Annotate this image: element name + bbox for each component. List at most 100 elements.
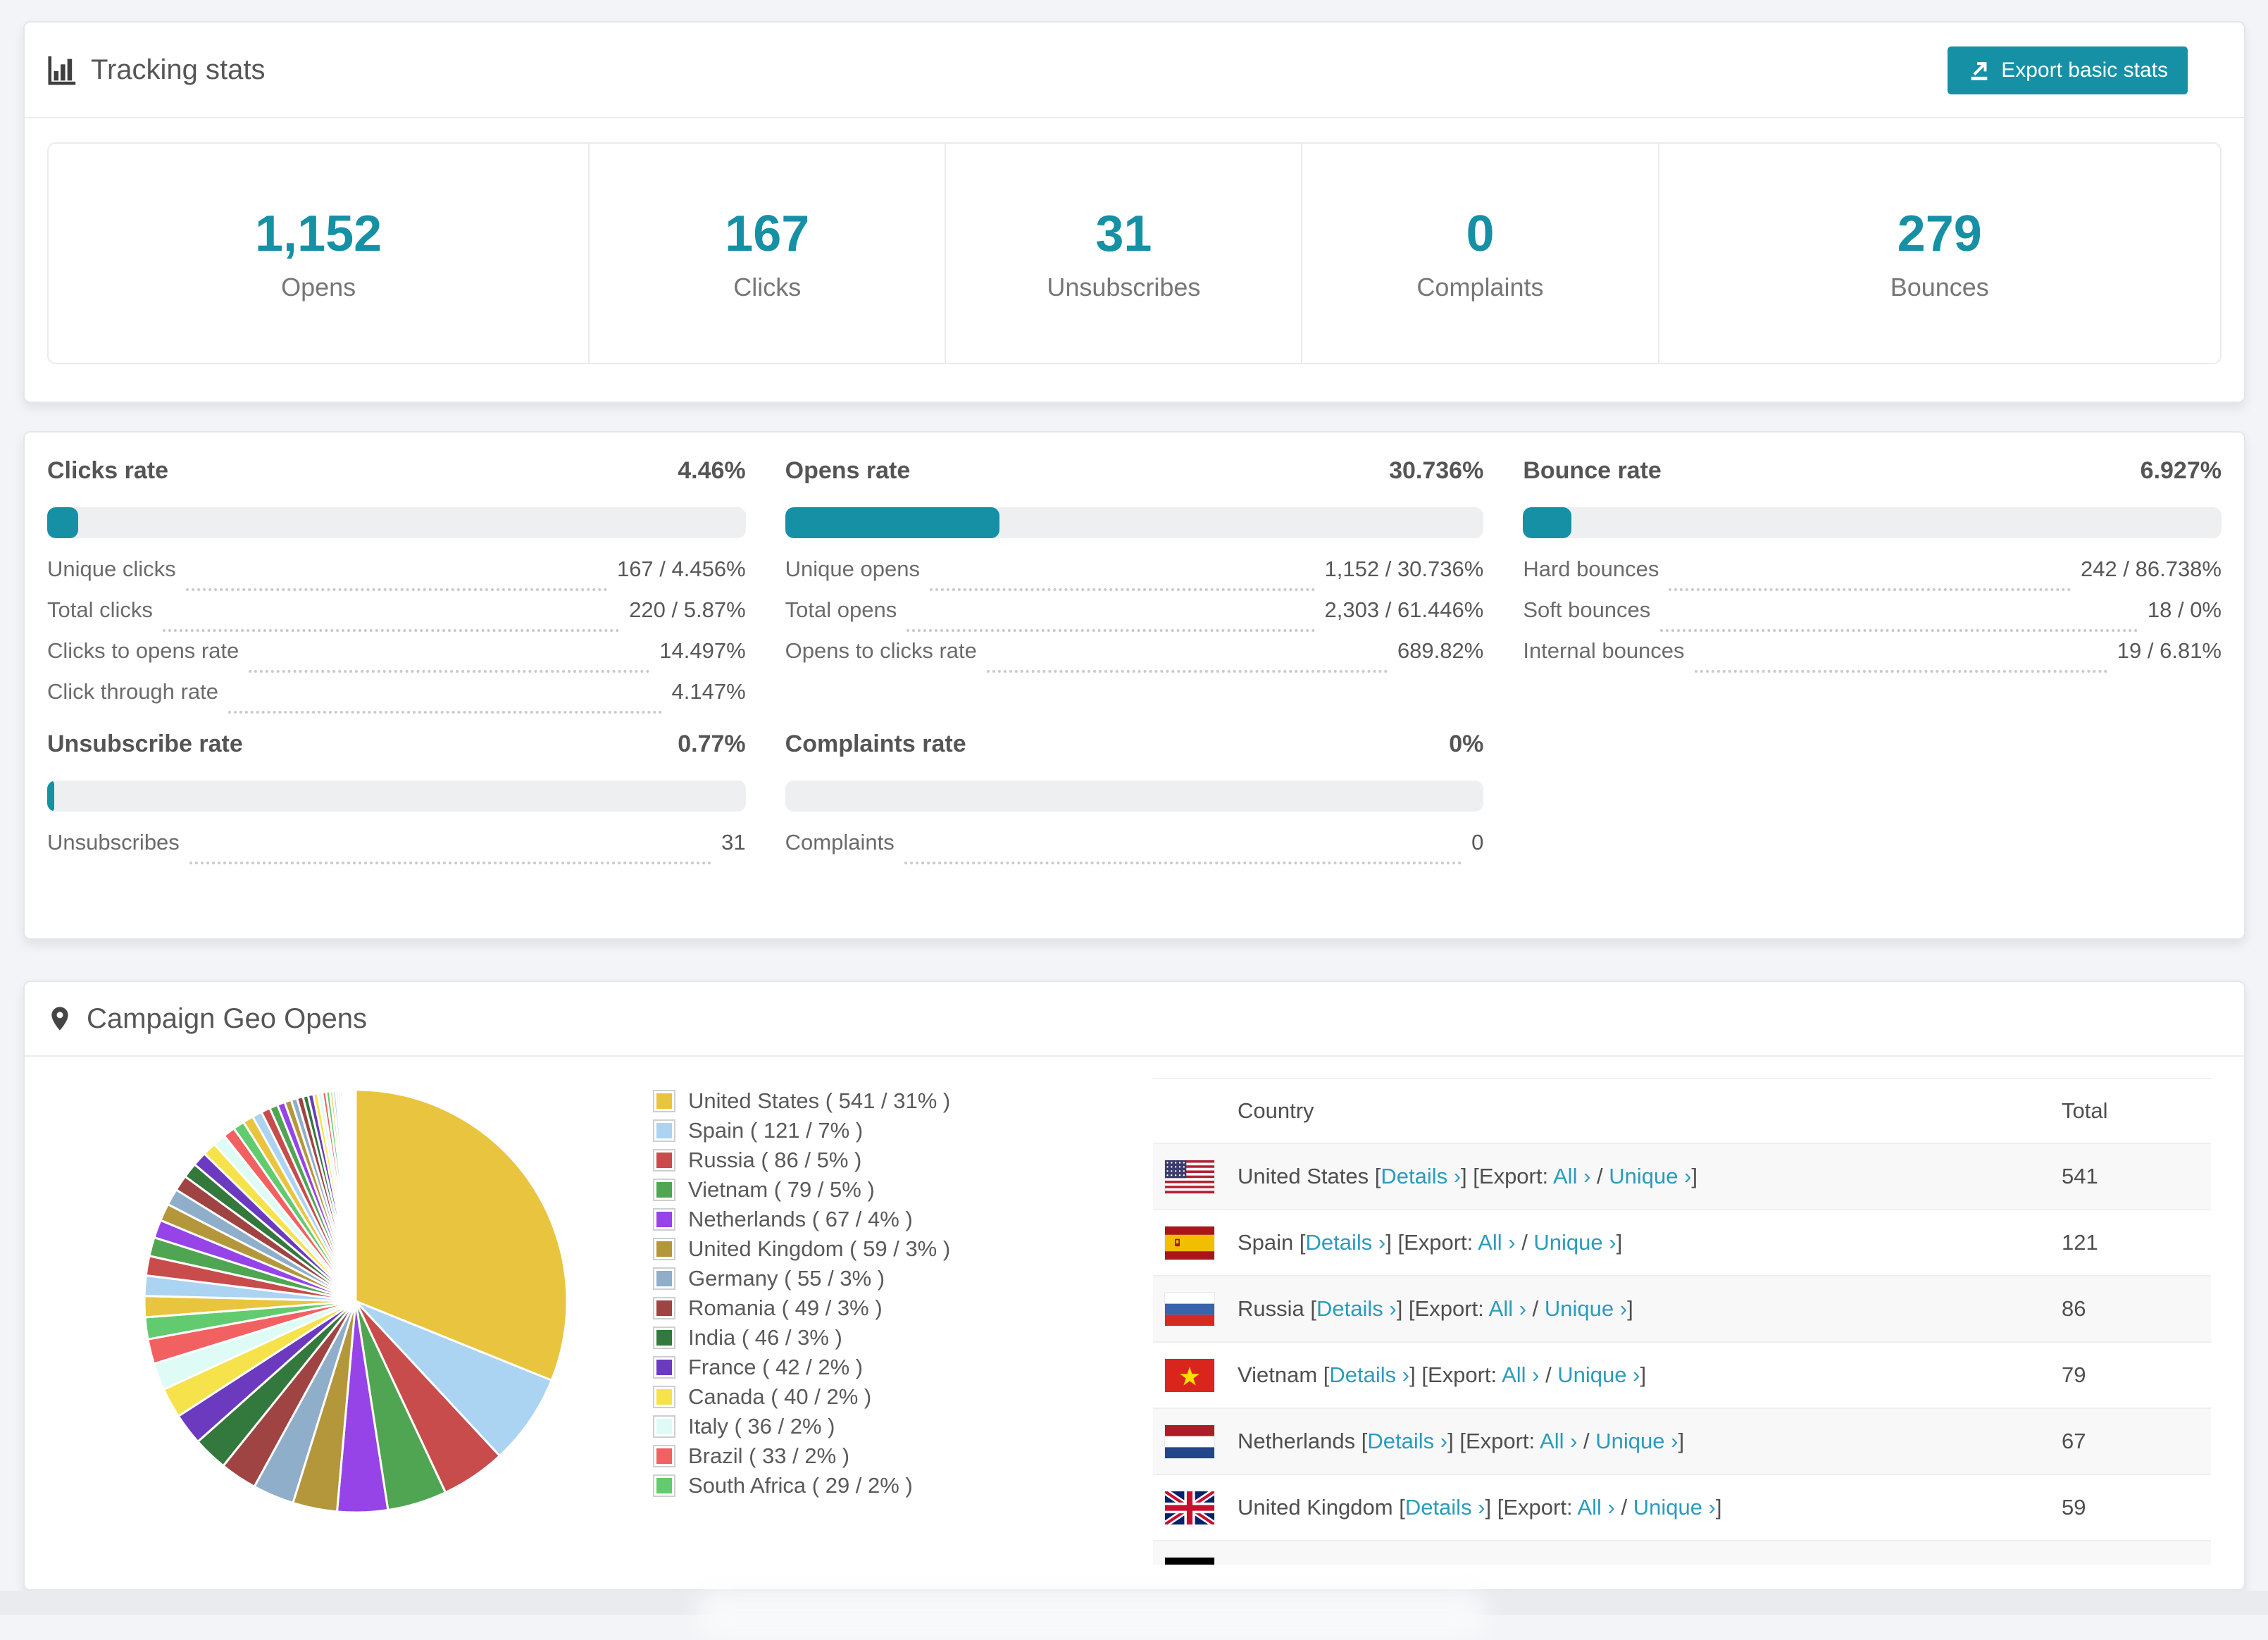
bar-chart-icon bbox=[46, 54, 78, 86]
export-unique-link[interactable]: Unique › bbox=[1545, 1296, 1627, 1321]
total-cell: 67 bbox=[2062, 1429, 2086, 1453]
export-all-link[interactable]: All › bbox=[1502, 1362, 1539, 1387]
country-name: Vietnam bbox=[1238, 1362, 1318, 1387]
rate-detail-value: 1,152 / 30.736% bbox=[1324, 557, 1484, 581]
rate-detail-value: 167 / 4.456% bbox=[616, 557, 746, 581]
total-column-header: Total bbox=[2062, 1098, 2108, 1123]
table-row: Germany [Details ›] [Export: All › / Uni… bbox=[1153, 1540, 2211, 1565]
export-all-link[interactable]: All › bbox=[1553, 1164, 1590, 1188]
country-flag-icon bbox=[1165, 1160, 1214, 1193]
export-unique-link[interactable]: Unique › bbox=[1533, 1230, 1616, 1255]
rates-card: Clicks rate 4.46% Unique clicks 167 / 4.… bbox=[23, 431, 2245, 940]
country-flag-icon bbox=[1165, 1292, 1214, 1326]
details-link[interactable]: Details › bbox=[1316, 1296, 1397, 1321]
legend-label: South Africa ( 29 / 2% ) bbox=[688, 1473, 913, 1498]
legend-label: United States ( 541 / 31% ) bbox=[688, 1088, 951, 1113]
rate-detail-label: Click through rate bbox=[47, 679, 218, 704]
legend-label: Canada ( 40 / 2% ) bbox=[688, 1384, 872, 1409]
legend-label: Germany ( 55 / 3% ) bbox=[688, 1266, 885, 1291]
rate-detail-value: 19 / 6.81% bbox=[2117, 638, 2222, 663]
rate-detail-label: Unique opens bbox=[785, 557, 920, 581]
export-unique-link[interactable]: Unique › bbox=[1557, 1362, 1640, 1387]
legend-swatch bbox=[653, 1149, 675, 1172]
dotted-leader bbox=[1669, 588, 2071, 591]
total-cell: 55 bbox=[2062, 1561, 2211, 1565]
country-flag-icon bbox=[1165, 1424, 1214, 1458]
legend-swatch bbox=[653, 1356, 675, 1379]
rate-detail-label: Total clicks bbox=[47, 597, 153, 622]
legend-swatch bbox=[653, 1386, 675, 1408]
export-unique-link[interactable]: Unique › bbox=[1633, 1495, 1716, 1520]
legend-item: Russia ( 86 / 5% ) bbox=[653, 1145, 950, 1175]
legend-item: Italy ( 36 / 2% ) bbox=[653, 1412, 950, 1441]
legend-item: United States ( 541 / 31% ) bbox=[653, 1086, 950, 1116]
kpi-stat-box: 1,152 Opens bbox=[49, 144, 590, 363]
rate-value: 6.927% bbox=[2140, 456, 2222, 484]
rate-progress-fill bbox=[47, 507, 79, 538]
country-name: Russia bbox=[1238, 1296, 1304, 1321]
rate-progress-track bbox=[785, 507, 1484, 538]
details-link[interactable]: Details › bbox=[1367, 1429, 1447, 1453]
rate-detail-row: Total clicks 220 / 5.87% bbox=[47, 597, 746, 638]
rate-detail-label: Opens to clicks rate bbox=[785, 638, 977, 663]
dotted-leader bbox=[906, 629, 1315, 632]
dotted-leader bbox=[249, 670, 650, 673]
export-button-label: Export basic stats bbox=[2001, 58, 2168, 82]
details-link[interactable]: Details › bbox=[1329, 1362, 1409, 1387]
legend-swatch bbox=[653, 1090, 675, 1112]
total-cell: 79 bbox=[2062, 1362, 2086, 1387]
rate-progress-track bbox=[1523, 507, 2222, 538]
export-all-link[interactable]: All › bbox=[1577, 1495, 1614, 1520]
export-all-link[interactable]: All › bbox=[1489, 1296, 1526, 1321]
rate-detail-row: Opens to clicks rate 689.82% bbox=[785, 638, 1483, 679]
rate-progress-fill bbox=[785, 507, 1000, 538]
kpi-stat-label: Unsubscribes bbox=[1047, 272, 1201, 302]
kpi-stat-value: 0 bbox=[1466, 205, 1495, 262]
kpi-stat-value: 1,152 bbox=[255, 205, 382, 262]
dotted-leader bbox=[1660, 629, 2138, 632]
legend-label: Russia ( 86 / 5% ) bbox=[688, 1148, 862, 1172]
export-all-link[interactable]: All › bbox=[1512, 1561, 1549, 1565]
legend-swatch bbox=[653, 1297, 675, 1319]
rate-detail-value: 18 / 0% bbox=[2147, 597, 2222, 622]
rate-progress-track bbox=[785, 781, 1484, 812]
country-cell: Germany [Details ›] [Export: All › / Uni… bbox=[1238, 1561, 2062, 1565]
export-unique-link[interactable]: Unique › bbox=[1609, 1164, 1691, 1188]
dotted-leader bbox=[929, 588, 1315, 591]
kpi-stat-label: Complaints bbox=[1416, 272, 1544, 302]
legend-item: Netherlands ( 67 / 4% ) bbox=[653, 1205, 950, 1234]
legend-item: Vietnam ( 79 / 5% ) bbox=[653, 1175, 950, 1205]
country-flag-icon bbox=[1165, 1358, 1214, 1392]
kpi-stat-value: 279 bbox=[1897, 205, 1982, 262]
total-cell: 86 bbox=[2062, 1296, 2086, 1321]
pie-legend: United States ( 541 / 31% ) Spain ( 121 … bbox=[653, 1086, 950, 1501]
details-link[interactable]: Details › bbox=[1405, 1495, 1485, 1520]
legend-item: Spain ( 121 / 7% ) bbox=[653, 1116, 950, 1145]
tracking-stats-card: Tracking stats Export basic stats 1,152 … bbox=[23, 21, 2245, 403]
details-link[interactable]: Details › bbox=[1381, 1164, 1461, 1188]
country-cell: Netherlands [Details ›] [Export: All › /… bbox=[1238, 1429, 1685, 1453]
export-all-link[interactable]: All › bbox=[1540, 1429, 1577, 1453]
export-basic-stats-button[interactable]: Export basic stats bbox=[1948, 46, 2188, 94]
table-header-row: Country Total bbox=[1153, 1079, 2211, 1143]
legend-label: India ( 46 / 3% ) bbox=[688, 1325, 842, 1350]
export-unique-link[interactable]: Unique › bbox=[1568, 1561, 1650, 1565]
kpi-stat-label: Bounces bbox=[1890, 272, 1989, 302]
dotted-leader bbox=[162, 629, 620, 632]
rate-progress-track bbox=[47, 781, 746, 812]
rate-block: Bounce rate 6.927% Hard bounces 242 / 86… bbox=[1523, 455, 2222, 720]
total-cell: 121 bbox=[2062, 1230, 2098, 1255]
rate-detail-row: Clicks to opens rate 14.497% bbox=[47, 638, 746, 679]
legend-label: Netherlands ( 67 / 4% ) bbox=[688, 1207, 913, 1231]
rate-detail-value: 220 / 5.87% bbox=[629, 597, 746, 622]
details-link[interactable]: Details › bbox=[1340, 1561, 1420, 1565]
legend-swatch bbox=[653, 1208, 675, 1231]
export-unique-link[interactable]: Unique › bbox=[1595, 1429, 1678, 1453]
rate-title: Opens rate bbox=[785, 456, 911, 484]
rate-detail-row: Unsubscribes 31 bbox=[47, 830, 746, 871]
export-all-link[interactable]: All › bbox=[1478, 1230, 1515, 1255]
rate-detail-label: Unsubscribes bbox=[47, 830, 180, 855]
country-cell: Russia [Details ›] [Export: All › / Uniq… bbox=[1238, 1296, 1633, 1321]
details-link[interactable]: Details › bbox=[1306, 1230, 1386, 1255]
legend-item: United Kingdom ( 59 / 3% ) bbox=[653, 1234, 950, 1264]
